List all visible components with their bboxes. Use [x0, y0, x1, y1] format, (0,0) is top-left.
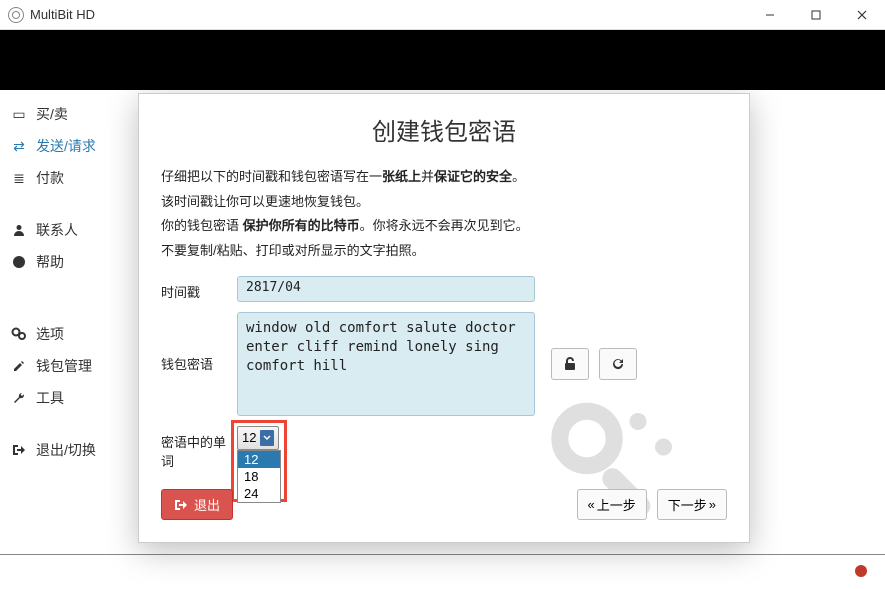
instr-text: 。你将永远不会再次见到它。	[360, 218, 529, 233]
sidebar-item-tools[interactable]: 工具	[0, 382, 129, 414]
prev-button[interactable]: «上一步	[577, 489, 647, 520]
chevron-left-icon: «	[588, 497, 595, 512]
create-wallet-seed-dialog: 创建钱包密语 仔细把以下的时间戳和钱包密语写在一张纸上并保证它的安全。 该时间戳…	[138, 93, 750, 543]
divider	[0, 554, 885, 555]
instr-text: 。	[512, 169, 525, 184]
sidebar-item-label: 工具	[36, 388, 64, 408]
sidebar-item-buy-sell[interactable]: ▭ 买/卖	[0, 98, 129, 130]
sidebar-item-wallet-manage[interactable]: 钱包管理	[0, 350, 129, 382]
sidebar-item-help[interactable]: 帮助	[0, 246, 129, 278]
instr-bold: 张纸上	[382, 169, 421, 184]
help-icon	[10, 255, 28, 269]
transfer-icon: ⇄	[10, 138, 28, 155]
timestamp-field[interactable]: 2817/04	[237, 276, 535, 302]
gears-icon	[10, 327, 28, 341]
maximize-button[interactable]	[793, 0, 839, 30]
next-button[interactable]: 下一步»	[657, 489, 727, 520]
sidebar-item-label: 钱包管理	[36, 356, 92, 376]
titlebar: MultiBit HD	[0, 0, 885, 30]
sidebar-item-contacts[interactable]: 联系人	[0, 214, 129, 246]
sidebar-item-label: 选项	[36, 324, 64, 344]
wordcount-option-12[interactable]: 12	[238, 451, 280, 468]
signout-icon	[174, 498, 188, 512]
instr-bold: 保证它的安全	[434, 169, 512, 184]
card-icon: ▭	[10, 106, 28, 123]
sidebar-item-label: 发送/请求	[36, 136, 96, 156]
refresh-button[interactable]	[599, 348, 637, 380]
chevron-right-icon: »	[709, 497, 716, 512]
button-label: 下一步	[668, 495, 707, 514]
instructions: 仔细把以下的时间戳和钱包密语写在一张纸上并保证它的安全。 该时间戳让你可以更速地…	[161, 165, 727, 264]
button-label: 退出	[194, 495, 220, 514]
exit-button[interactable]: 退出	[161, 489, 233, 520]
sidebar: ▭ 买/卖 ⇄ 发送/请求 ≣ 付款 联系人 帮助 选项 钱包管理 工具 退出/切换	[0, 90, 130, 555]
instr-text: 不要复制/粘贴、打印或对所显示的文字拍照。	[161, 239, 727, 264]
instr-text: 并	[421, 169, 434, 184]
sidebar-item-exit-switch[interactable]: 退出/切换	[0, 434, 129, 466]
wordcount-label: 密语中的单词	[161, 426, 237, 470]
status-indicator	[855, 565, 867, 577]
wrench-icon	[10, 391, 28, 405]
app-title: MultiBit HD	[30, 7, 95, 22]
sidebar-item-label: 帮助	[36, 252, 64, 272]
wordcount-select[interactable]: 12	[237, 426, 279, 450]
instr-text: 仔细把以下的时间戳和钱包密语写在一	[161, 169, 382, 184]
instr-bold: 保护你所有的比特币	[243, 218, 360, 233]
wordcount-option-18[interactable]: 18	[238, 468, 280, 485]
sidebar-item-label: 联系人	[36, 220, 78, 240]
instr-text: 你的钱包密语	[161, 218, 243, 233]
sidebar-item-send-request[interactable]: ⇄ 发送/请求	[0, 130, 129, 162]
sidebar-item-label: 买/卖	[36, 104, 68, 124]
button-label: 上一步	[597, 495, 636, 514]
sidebar-item-label: 付款	[36, 168, 64, 188]
list-icon: ≣	[10, 170, 28, 187]
minimize-button[interactable]	[747, 0, 793, 30]
edit-icon	[10, 359, 28, 373]
wordcount-option-24[interactable]: 24	[238, 485, 280, 502]
select-value: 12	[242, 430, 256, 445]
chevron-down-icon	[260, 430, 274, 446]
wordcount-dropdown: 12 18 24	[237, 450, 281, 503]
header-bar	[0, 30, 885, 90]
timestamp-label: 时间戳	[161, 276, 237, 301]
instr-text: 该时间戳让你可以更速地恢复钱包。	[161, 190, 727, 215]
sidebar-item-options[interactable]: 选项	[0, 318, 129, 350]
seed-field[interactable]: window old comfort salute doctor enter c…	[237, 312, 535, 416]
user-icon	[10, 223, 28, 237]
dialog-title: 创建钱包密语	[161, 112, 727, 147]
seed-label: 钱包密语	[161, 354, 237, 373]
sidebar-item-payments[interactable]: ≣ 付款	[0, 162, 129, 194]
sidebar-item-label: 退出/切换	[36, 440, 96, 460]
signout-icon	[10, 443, 28, 457]
close-button[interactable]	[839, 0, 885, 30]
lock-button[interactable]	[551, 348, 589, 380]
app-icon	[8, 7, 24, 23]
